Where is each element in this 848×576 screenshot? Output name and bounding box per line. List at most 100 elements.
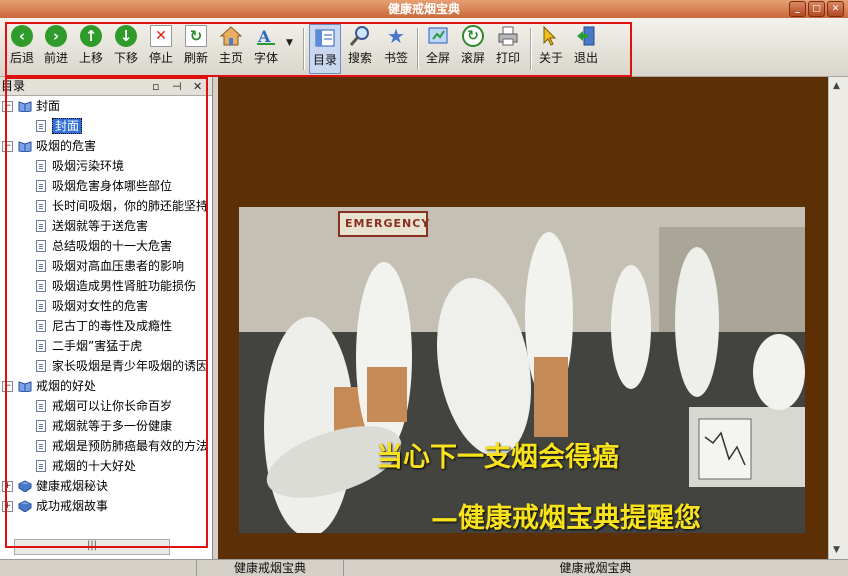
tree-item-label: 吸烟污染环境 <box>52 159 125 173</box>
anti-smoking-poster: EMERGENCY 当心下一支烟会得癌 —健康戒烟宝典提醒您 <box>239 207 805 533</box>
print-button[interactable]: 打印 <box>493 25 523 73</box>
tree-item[interactable]: 戒烟是预防肺癌最有效的方法 <box>36 437 208 455</box>
tree-item-label: 吸烟对高血压患者的影响 <box>52 259 185 273</box>
refresh-button[interactable]: ↻ 刷新 <box>181 25 211 73</box>
window-title-bar[interactable]: 健康戒烟宝典 _ □ ✕ <box>0 0 848 18</box>
document-icon <box>36 160 46 172</box>
tree-item[interactable]: 家长吸烟是青少年吸烟的诱因 <box>36 357 208 375</box>
tree-item[interactable]: 吸烟对高血压患者的影响 <box>36 257 184 275</box>
stop-button[interactable]: ✕ 停止 <box>146 25 176 73</box>
close-button[interactable]: ✕ <box>827 1 844 17</box>
refresh-icon: ↻ <box>185 25 207 47</box>
exit-button[interactable]: 退出 <box>571 25 601 73</box>
document-icon <box>36 240 46 252</box>
book-open-icon <box>18 381 32 392</box>
tree-item-label: 戒烟是预防肺癌最有效的方法 <box>52 439 209 453</box>
tree-item-label: 吸烟危害身体哪些部位 <box>52 179 173 193</box>
tree-item-label: 二手烟”害猛于虎 <box>52 339 143 353</box>
search-icon <box>349 26 369 46</box>
tree-item[interactable]: 二手烟”害猛于虎 <box>36 337 142 355</box>
tree-expander-icon[interactable]: + <box>2 501 13 512</box>
tree-item[interactable]: 送烟就等于送危害 <box>36 217 148 235</box>
bookmark-button[interactable]: ★ 书签 <box>381 25 411 73</box>
tree-chapter[interactable]: − 吸烟的危害 <box>2 137 96 155</box>
tree-item[interactable]: 吸烟危害身体哪些部位 <box>36 177 172 195</box>
window-title: 健康戒烟宝典 <box>387 2 460 16</box>
status-right: 健康戒烟宝典 <box>559 561 632 575</box>
scroll-button[interactable]: ↻ 滚屏 <box>458 25 488 73</box>
toc-icon <box>315 29 335 47</box>
stop-icon: ✕ <box>150 25 172 47</box>
content-vertical-scrollbar[interactable]: ▲ ▼ <box>828 77 848 559</box>
emergency-sign: EMERGENCY <box>345 217 431 230</box>
move-up-button[interactable]: ↑ 上移 <box>76 25 106 73</box>
document-icon <box>36 280 46 292</box>
document-icon <box>36 220 46 232</box>
home-icon <box>220 26 242 46</box>
tree-item-label: 成功戒烟故事 <box>36 499 109 513</box>
maximize-button[interactable]: □ <box>808 1 825 17</box>
font-icon: A <box>257 27 275 46</box>
panel-close-icon[interactable]: ✕ <box>193 78 202 96</box>
document-icon <box>36 120 46 132</box>
about-icon <box>543 25 557 46</box>
tree-item-label: 吸烟对女性的危害 <box>52 299 149 313</box>
tree-item[interactable]: 长时间吸烟，你的肺还能坚持 <box>36 197 208 215</box>
panel-float-icon[interactable]: ▫ <box>152 78 159 96</box>
book-closed-icon <box>18 500 32 512</box>
tree-item-label: 健康戒烟秘诀 <box>36 479 109 493</box>
tree-expander-icon[interactable]: − <box>2 101 13 112</box>
font-dropdown-arrow-icon[interactable]: ▼ <box>286 38 293 48</box>
tree-item-label: 送烟就等于送危害 <box>52 219 149 233</box>
printer-icon <box>498 26 518 46</box>
fullscreen-icon <box>428 27 448 44</box>
book-closed-icon <box>18 480 32 492</box>
toc-tree[interactable]: − 封面封面 − 吸烟的危害吸烟污染环境吸烟危害身体哪些部位长时间吸烟，你的肺还能坚持… <box>0 97 210 537</box>
tree-item[interactable]: 戒烟可以让你长命百岁 <box>36 397 172 415</box>
tree-item-label: 戒烟可以让你长命百岁 <box>52 399 173 413</box>
scroll-down-arrow-icon[interactable]: ▼ <box>833 545 840 555</box>
tree-item[interactable]: 吸烟污染环境 <box>36 157 124 175</box>
tree-item-label: 长时间吸烟，你的肺还能坚持 <box>52 199 209 213</box>
tree-chapter[interactable]: + 成功戒烟故事 <box>2 497 108 515</box>
tree-item[interactable]: 尼古丁的毒性及成瘾性 <box>36 317 172 335</box>
tree-item-label: 戒烟的十大好处 <box>52 459 137 473</box>
tree-expander-icon[interactable]: − <box>2 141 13 152</box>
tree-item-label: 总结吸烟的十一大危害 <box>52 239 173 253</box>
document-icon <box>36 200 46 212</box>
home-button[interactable]: 主页 <box>216 25 246 73</box>
font-button[interactable]: A 字体 <box>251 25 281 73</box>
tree-expander-icon[interactable]: − <box>2 381 13 392</box>
tree-item[interactable]: 戒烟的十大好处 <box>36 457 136 475</box>
tree-item[interactable]: 吸烟造成男性肾脏功能损伤 <box>36 277 196 295</box>
document-icon <box>36 320 46 332</box>
toc-panel: 目录 ▫ ⊣ ✕ − 封面 封面 − 吸烟的危害 吸烟污染环境 吸烟危害身体哪些部位 长时间吸… <box>0 77 213 559</box>
about-button[interactable]: 关于 <box>536 25 566 73</box>
tree-item-label: 家长吸烟是青少年吸烟的诱因 <box>52 359 209 373</box>
tree-item-label: 吸烟的危害 <box>36 139 97 153</box>
tree-expander-icon[interactable]: + <box>2 481 13 492</box>
search-button[interactable]: 搜索 <box>345 25 375 73</box>
toc-horizontal-scrollbar[interactable]: ||| <box>14 539 170 555</box>
minimize-button[interactable]: _ <box>789 1 806 17</box>
book-open-icon <box>18 141 32 152</box>
scroll-up-arrow-icon[interactable]: ▲ <box>833 81 840 91</box>
panel-pin-icon[interactable]: ⊣ <box>172 78 182 96</box>
scroll-icon: ↻ <box>462 25 484 47</box>
tree-chapter[interactable]: − 封面 <box>2 97 60 115</box>
tree-item[interactable]: 总结吸烟的十一大危害 <box>36 237 172 255</box>
tree-item-label: 戒烟的好处 <box>36 379 97 393</box>
fullscreen-button[interactable]: 全屏 <box>423 25 453 73</box>
tree-item[interactable]: 吸烟对女性的危害 <box>36 297 148 315</box>
tree-item[interactable]: 戒烟就等于多一份健康 <box>36 417 172 435</box>
tree-item-label: 封面 <box>52 118 83 134</box>
forward-button[interactable]: › 前进 <box>41 25 71 73</box>
document-icon <box>36 180 46 192</box>
document-icon <box>36 440 46 452</box>
tree-chapter[interactable]: + 健康戒烟秘诀 <box>2 477 108 495</box>
move-down-button[interactable]: ↓ 下移 <box>111 25 141 73</box>
tree-item[interactable]: 封面 <box>36 117 83 135</box>
tree-chapter[interactable]: − 戒烟的好处 <box>2 377 96 395</box>
document-icon <box>36 360 46 372</box>
document-icon <box>36 400 46 412</box>
